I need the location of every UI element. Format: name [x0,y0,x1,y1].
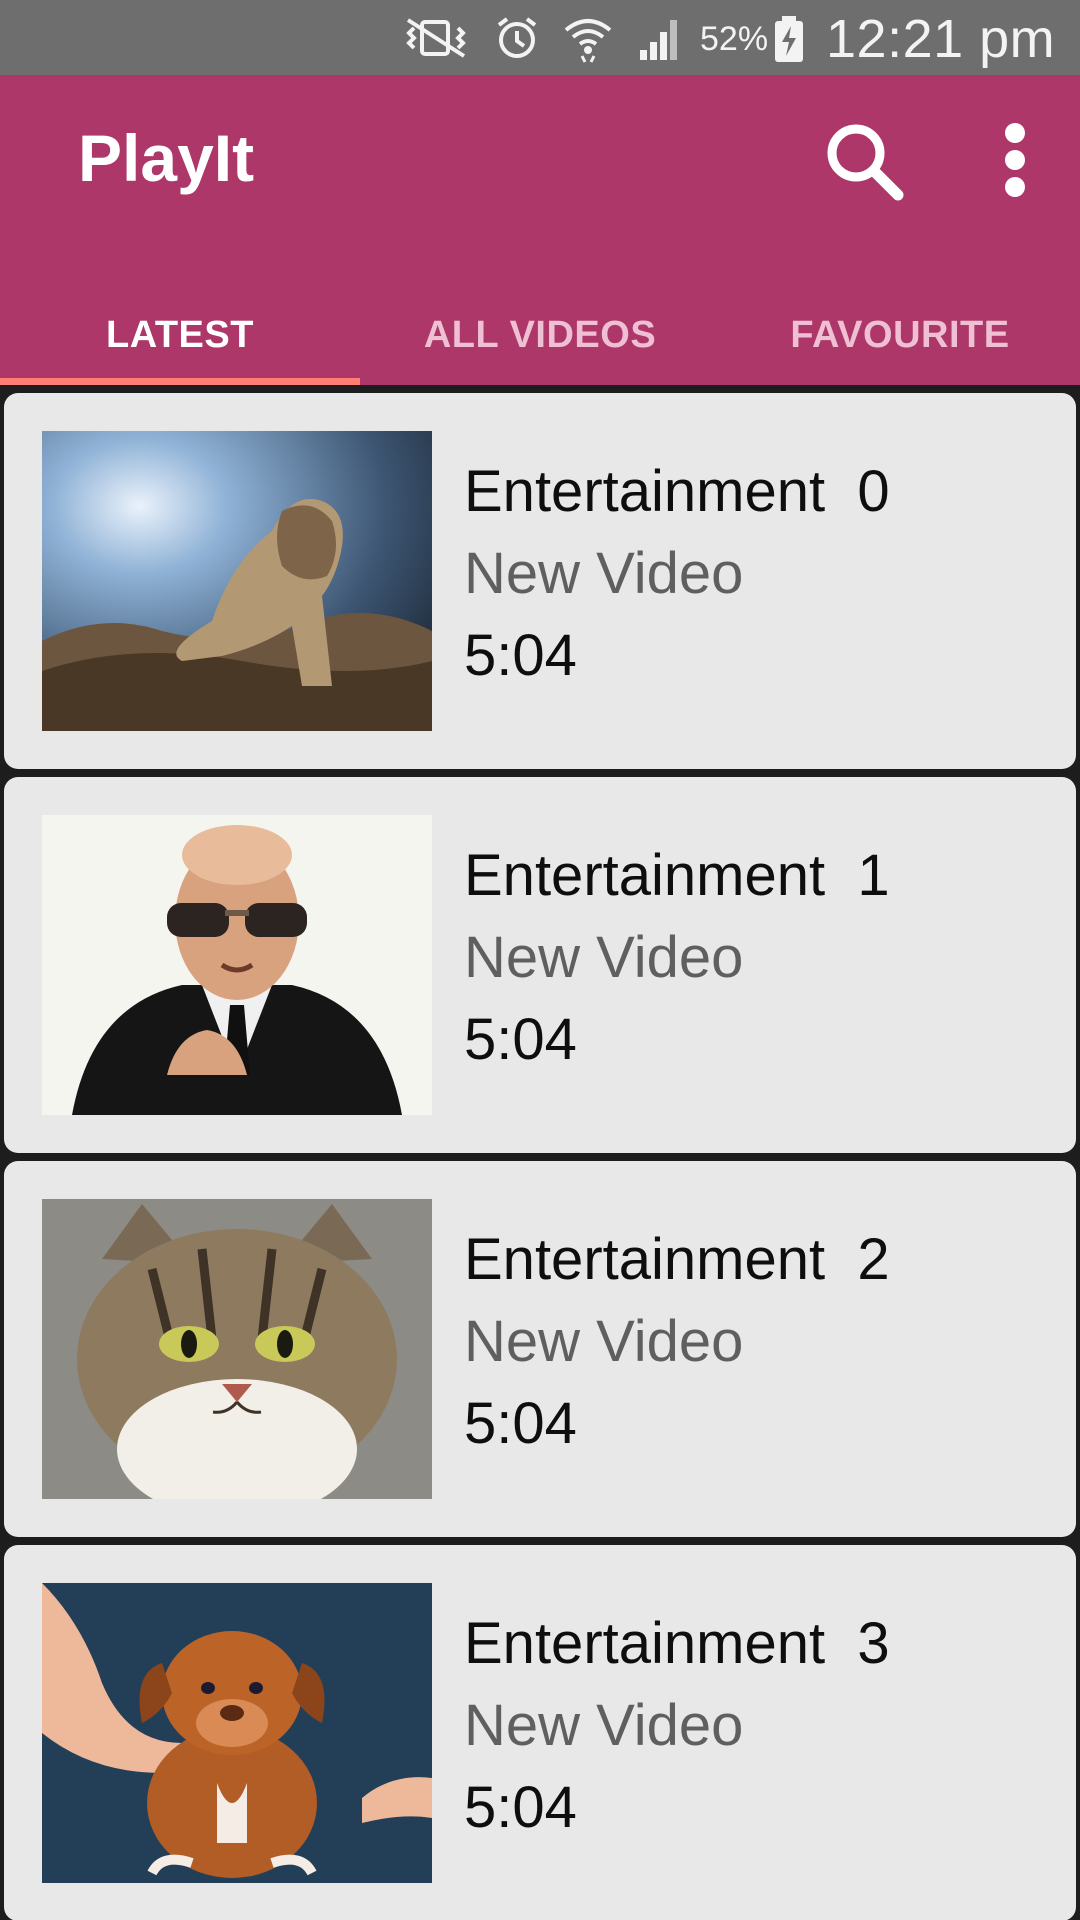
video-duration: 5:04 [464,1007,577,1072]
search-button[interactable] [816,113,912,209]
video-thumbnail-puppy[interactable] [42,1583,432,1883]
app-title: PlayIt [78,121,255,195]
search-icon [827,124,904,201]
video-card[interactable]: Entertainment 0 New Video 5:04 [4,393,1076,769]
video-meta: Entertainment 2 New Video 5:04 [464,1219,890,1465]
video-thumbnail-lion[interactable] [42,431,432,731]
video-thumbnail-cat[interactable] [42,1199,432,1499]
video-subtitle: New Video [464,1693,744,1758]
video-title: Entertainment 2 [464,1227,890,1292]
video-subtitle: New Video [464,925,744,990]
video-thumbnail-man-in-suit[interactable] [42,815,432,1115]
tab-bar: LATEST ALL VIDEOS FAVOURITE [0,285,1080,385]
app-bar: PlayIt LATEST ALL VIDEOS FAVOURITE [0,75,1080,385]
video-duration: 5:04 [464,1775,577,1840]
video-title: Entertainment 0 [464,459,890,524]
video-meta: Entertainment 0 New Video 5:04 [464,451,890,697]
clock: 12:21 pm [826,9,1056,69]
video-title: Entertainment 3 [464,1611,890,1676]
video-subtitle: New Video [464,1309,744,1374]
tab-latest[interactable]: LATEST [0,285,360,385]
video-meta: Entertainment 1 New Video 5:04 [464,835,890,1081]
video-card[interactable]: Entertainment 3 New Video 5:04 [4,1545,1076,1920]
video-meta: Entertainment 3 New Video 5:04 [464,1603,890,1849]
video-title: Entertainment 1 [464,843,890,908]
signal-icon [636,14,706,62]
vibrate-mute-icon [400,16,494,60]
tab-favourite[interactable]: FAVOURITE [720,285,1080,385]
more-options-button[interactable] [990,113,1040,209]
status-bar: 52% 12:21 pm [0,0,1080,75]
video-list[interactable]: Entertainment 0 New Video 5:04 Entertain… [0,385,1080,1920]
video-card[interactable]: Entertainment 2 New Video 5:04 [4,1161,1076,1537]
battery-charging-icon [772,14,806,69]
video-duration: 5:04 [464,623,577,688]
video-subtitle: New Video [464,541,744,606]
battery-percent: 52% [700,20,769,58]
more-vert-icon [1005,123,1025,197]
alarm-icon [494,15,562,61]
tab-all-videos[interactable]: ALL VIDEOS [360,285,720,385]
wifi-icon [562,12,636,64]
video-card[interactable]: Entertainment 1 New Video 5:04 [4,777,1076,1153]
video-duration: 5:04 [464,1391,577,1456]
status-icons [400,10,706,65]
